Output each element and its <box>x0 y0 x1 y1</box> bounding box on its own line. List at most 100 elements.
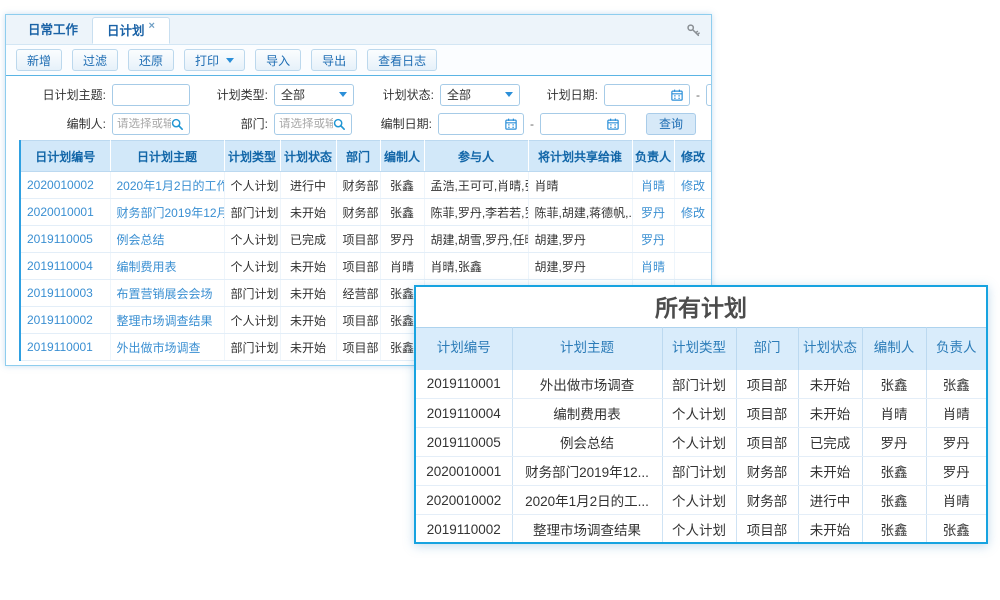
column-header[interactable]: 日计划编号 <box>20 141 110 172</box>
subject-input[interactable] <box>112 84 190 106</box>
search-icon[interactable] <box>333 118 345 130</box>
cell-link[interactable]: 布置营销展会会场 <box>110 280 224 307</box>
cell <box>674 226 712 253</box>
cell: 个人计划 <box>662 428 736 457</box>
column-header[interactable]: 计划类型 <box>224 141 280 172</box>
created-date-end-input[interactable] <box>545 118 607 130</box>
created-date-end-field[interactable] <box>540 113 626 135</box>
cell-link[interactable]: 2020010001 <box>20 199 110 226</box>
department-picker[interactable] <box>274 113 352 135</box>
search-button[interactable]: 查询 <box>646 113 696 135</box>
column-header[interactable]: 编制人 <box>380 141 424 172</box>
cell: 肖晴 <box>926 399 986 428</box>
department-input[interactable] <box>279 118 333 130</box>
tab-daily-plan[interactable]: 日计划× <box>92 17 170 44</box>
view-log-button[interactable]: 查看日志 <box>367 49 437 71</box>
cell-link[interactable]: 修改 <box>674 199 712 226</box>
created-date-label: 编制日期: <box>368 115 432 132</box>
cell-link[interactable]: 肖晴 <box>632 253 674 280</box>
export-button[interactable]: 导出 <box>311 49 357 71</box>
close-icon[interactable]: × <box>149 20 155 32</box>
column-header[interactable]: 将计划共享给谁 <box>528 141 632 172</box>
column-header: 部门 <box>736 328 798 370</box>
cell <box>674 253 712 280</box>
created-date-start-input[interactable] <box>443 118 505 130</box>
cell-link[interactable]: 罗丹 <box>632 199 674 226</box>
cell: 胡建,罗丹 <box>528 253 632 280</box>
plan-type-value: 全部 <box>281 86 305 103</box>
creator-label: 编制人: <box>22 115 106 132</box>
column-header[interactable]: 参与人 <box>424 141 528 172</box>
plan-type-label: 计划类型: <box>204 86 268 103</box>
add-button[interactable]: 新增 <box>16 49 62 71</box>
desktop: 日常工作 日计划× 新增 过滤 还原 打印 导入 导出 查看日志 日计划主题 <box>0 0 1000 600</box>
plan-status-value: 全部 <box>447 86 471 103</box>
cell: 部门计划 <box>662 457 736 486</box>
search-icon[interactable] <box>171 118 183 130</box>
cell: 张鑫 <box>862 515 926 544</box>
restore-button[interactable]: 还原 <box>128 49 174 71</box>
column-header[interactable]: 计划状态 <box>280 141 336 172</box>
cell: 未开始 <box>798 370 862 399</box>
plan-date-end-input[interactable] <box>711 89 712 101</box>
filter-row-2: 编制人: 部门: 编制日期: <box>22 109 711 138</box>
cell: 胡建,胡雪,罗丹,任晓... <box>424 226 528 253</box>
import-button[interactable]: 导入 <box>255 49 301 71</box>
cell: 肖晴 <box>528 172 632 199</box>
tab-daily-work[interactable]: 日常工作 <box>14 17 92 44</box>
column-header[interactable]: 部门 <box>336 141 380 172</box>
cell-link[interactable]: 2020年1月2日的工作日... <box>110 172 224 199</box>
cell-link[interactable]: 2019110003 <box>20 280 110 307</box>
key-icon[interactable] <box>686 23 701 38</box>
cell: 未开始 <box>798 399 862 428</box>
cell-link[interactable]: 罗丹 <box>632 226 674 253</box>
column-header[interactable]: 日计划主题 <box>110 141 224 172</box>
cell-link[interactable]: 整理市场调查结果 <box>110 307 224 334</box>
cell-link[interactable]: 例会总结 <box>110 226 224 253</box>
print-button[interactable]: 打印 <box>184 49 245 71</box>
table-row[interactable]: 2020010001财务部门2019年12月的...部门计划未开始财务部张鑫陈菲… <box>20 199 712 226</box>
cell: 经营部 <box>336 280 380 307</box>
cell-link[interactable]: 外出做市场调查 <box>110 334 224 361</box>
column-header[interactable]: 修改 <box>674 141 712 172</box>
cell-link[interactable]: 2020010002 <box>20 172 110 199</box>
cell: 进行中 <box>798 486 862 515</box>
cell: 2019110005 <box>416 428 512 457</box>
cell-link[interactable]: 编制费用表 <box>110 253 224 280</box>
cell: 未开始 <box>280 199 336 226</box>
cell-link[interactable]: 2019110002 <box>20 307 110 334</box>
plan-type-select[interactable]: 全部 <box>274 84 354 106</box>
filter-button[interactable]: 过滤 <box>72 49 118 71</box>
cell-link[interactable]: 修改 <box>674 172 712 199</box>
cell: 张鑫 <box>380 199 424 226</box>
calendar-icon[interactable] <box>505 118 517 130</box>
table-row: 20200100022020年1月2日的工...个人计划财务部进行中张鑫肖晴 <box>416 486 986 515</box>
plan-date-end-field[interactable] <box>706 84 712 106</box>
cell: 整理市场调查结果 <box>512 515 662 544</box>
cell-link[interactable]: 财务部门2019年12月的... <box>110 199 224 226</box>
table-row[interactable]: 20200100022020年1月2日的工作日...个人计划进行中财务部张鑫孟浩… <box>20 172 712 199</box>
cell: 财务部 <box>336 172 380 199</box>
table-row[interactable]: 2019110005例会总结个人计划已完成项目部罗丹胡建,胡雪,罗丹,任晓...… <box>20 226 712 253</box>
toolbar: 新增 过滤 还原 打印 导入 导出 查看日志 <box>6 45 711 76</box>
table-row[interactable]: 2019110004编制费用表个人计划未开始项目部肖晴肖晴,张鑫胡建,罗丹肖晴 <box>20 253 712 280</box>
cell-link[interactable]: 2019110001 <box>20 334 110 361</box>
table-row: 2019110004编制费用表个人计划项目部未开始肖晴肖晴 <box>416 399 986 428</box>
cell-link[interactable]: 肖晴 <box>632 172 674 199</box>
calendar-icon[interactable] <box>671 89 683 101</box>
calendar-icon[interactable] <box>607 118 619 130</box>
cell: 2020年1月2日的工... <box>512 486 662 515</box>
plan-date-start-field[interactable] <box>604 84 690 106</box>
cell-link[interactable]: 2019110005 <box>20 226 110 253</box>
cell: 财务部 <box>736 486 798 515</box>
cell: 已完成 <box>798 428 862 457</box>
created-date-start-field[interactable] <box>438 113 524 135</box>
cell: 项目部 <box>736 428 798 457</box>
plan-date-start-input[interactable] <box>609 89 671 101</box>
cell-link[interactable]: 2019110004 <box>20 253 110 280</box>
cell: 未开始 <box>280 334 336 361</box>
creator-picker[interactable] <box>112 113 190 135</box>
column-header[interactable]: 负责人 <box>632 141 674 172</box>
creator-input[interactable] <box>117 118 171 130</box>
plan-status-select[interactable]: 全部 <box>440 84 520 106</box>
